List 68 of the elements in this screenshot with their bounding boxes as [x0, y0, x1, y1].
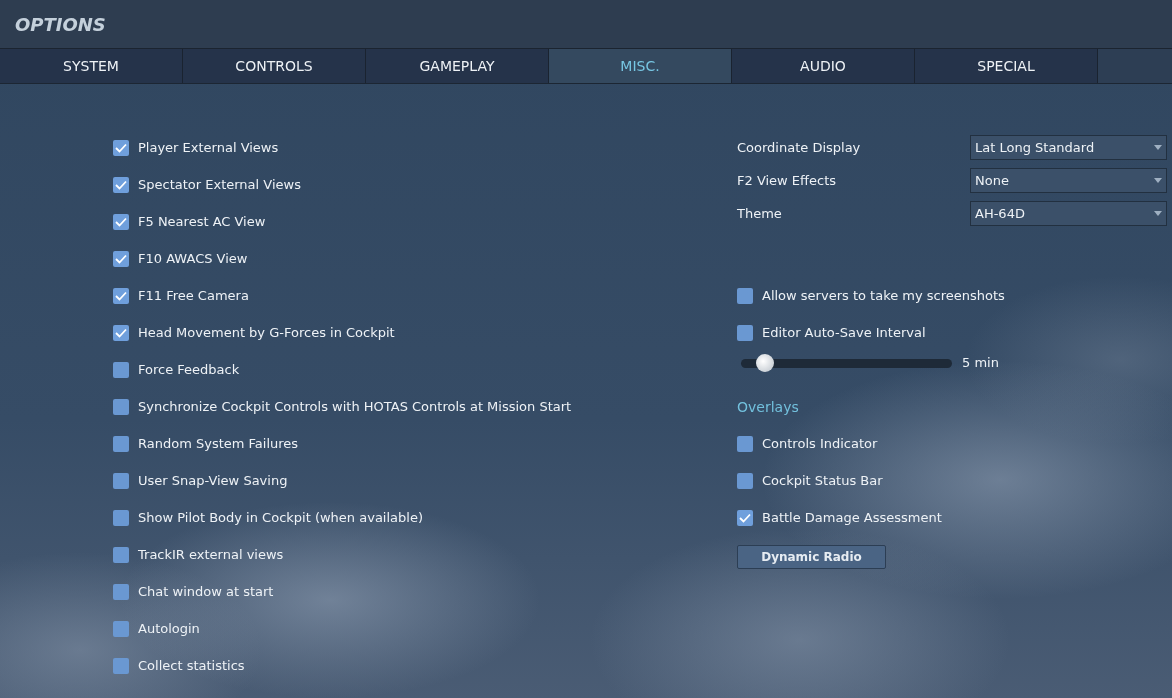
checkmark-icon — [115, 179, 127, 190]
checkbox[interactable] — [113, 472, 129, 489]
caret-icon — [1154, 178, 1162, 183]
checkbox[interactable] — [113, 509, 129, 526]
option-label: Battle Damage Assessment — [762, 510, 942, 525]
dropdown[interactable]: AH-64D — [970, 201, 1167, 226]
option-label: Player External Views — [138, 140, 279, 155]
tab[interactable]: GAMEPLAY — [366, 49, 549, 83]
dropdown-label: Coordinate Display — [737, 140, 861, 155]
checkbox[interactable] — [113, 324, 129, 341]
tab[interactable]: MISC. — [549, 49, 732, 83]
option-label: Chat window at start — [138, 584, 274, 599]
option-label: TrackIR external views — [138, 547, 284, 562]
option-label: Random System Failures — [138, 436, 299, 451]
option-label: Autologin — [138, 621, 200, 636]
checkbox[interactable] — [737, 287, 753, 304]
option-label: Allow servers to take my screenshots — [762, 288, 1005, 303]
option-label: Collect statistics — [138, 658, 245, 673]
tab[interactable]: CONTROLS — [183, 49, 366, 83]
option-label: User Snap-View Saving — [138, 473, 288, 488]
option-label: Spectator External Views — [138, 177, 301, 192]
checkmark-icon — [115, 327, 127, 338]
slider-thumb[interactable] — [756, 353, 775, 372]
checkbox[interactable] — [113, 546, 129, 563]
checkbox[interactable] — [113, 287, 129, 304]
option-label: F5 Nearest AC View — [138, 214, 266, 229]
checkbox[interactable] — [737, 509, 753, 526]
option-label: Synchronize Cockpit Controls with HOTAS Controls at Mission Start — [138, 399, 572, 414]
option-label: F10 AWACS View — [138, 251, 248, 266]
checkmark-icon — [115, 216, 127, 227]
option-label: Show Pilot Body in Cockpit (when available) — [138, 510, 423, 525]
checkbox[interactable] — [113, 398, 129, 415]
tab[interactable]: SYSTEM — [0, 49, 183, 83]
checkbox[interactable] — [737, 472, 753, 489]
checkbox[interactable] — [113, 250, 129, 267]
checkmark-icon — [739, 512, 751, 523]
dropdown[interactable]: None — [970, 168, 1167, 193]
checkbox[interactable] — [737, 324, 753, 341]
option-label: Force Feedback — [138, 362, 240, 377]
option-label: Head Movement by G-Forces in Cockpit — [138, 325, 395, 340]
checkbox[interactable] — [113, 361, 129, 378]
option-label: Controls Indicator — [762, 436, 878, 451]
checkbox[interactable] — [113, 435, 129, 452]
checkbox[interactable] — [113, 176, 129, 193]
dynamic-radio-button[interactable]: Dynamic Radio — [737, 545, 886, 569]
checkbox[interactable] — [113, 620, 129, 637]
section-heading: Overlays — [737, 398, 799, 415]
option-label: Cockpit Status Bar — [762, 473, 883, 488]
dropdown-label: Theme — [737, 206, 782, 221]
slider-track[interactable] — [741, 353, 952, 372]
caret-icon — [1154, 145, 1162, 150]
dropdown-label: F2 View Effects — [737, 173, 837, 188]
checkbox[interactable] — [737, 435, 753, 452]
checkbox[interactable] — [113, 657, 129, 674]
tab[interactable]: AUDIO — [732, 49, 915, 83]
option-label: Editor Auto-Save Interval — [762, 325, 926, 340]
slider-value: 5 min — [962, 355, 999, 370]
caret-icon — [1154, 211, 1162, 216]
checkmark-icon — [115, 290, 127, 301]
dropdown[interactable]: Lat Long Standard — [970, 135, 1167, 160]
checkbox[interactable] — [113, 583, 129, 600]
option-label: F11 Free Camera — [138, 288, 249, 303]
checkbox[interactable] — [113, 213, 129, 230]
tab[interactable]: SPECIAL — [915, 49, 1098, 83]
checkbox[interactable] — [113, 139, 129, 156]
checkmark-icon — [115, 142, 127, 153]
window-title: OPTIONS — [15, 13, 106, 35]
checkmark-icon — [115, 253, 127, 264]
